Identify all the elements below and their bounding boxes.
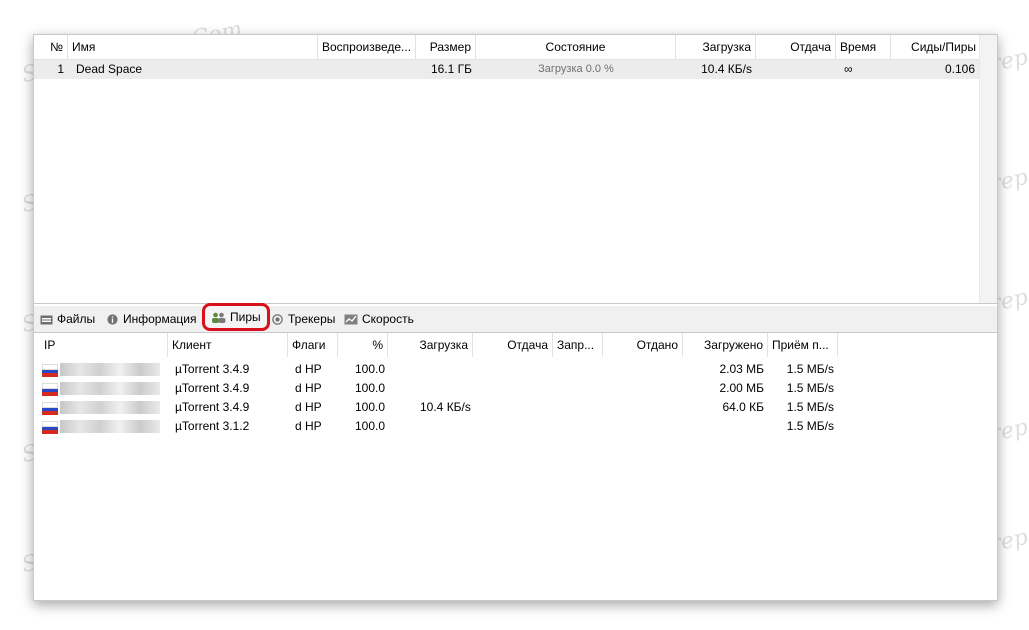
col-requests[interactable]: Запр... xyxy=(553,333,603,357)
col-ip[interactable]: IP xyxy=(40,333,168,357)
torrent-download-speed: 10.4 КБ/s xyxy=(701,62,752,76)
torrent-eta: ∞ xyxy=(844,62,853,76)
peer-download xyxy=(416,360,424,379)
tab-speed-label: Скорость xyxy=(362,312,414,326)
peer-download xyxy=(416,417,424,436)
col-flags[interactable]: Флаги xyxy=(288,333,338,357)
russia-flag-icon xyxy=(42,402,58,415)
tab-trackers[interactable]: Трекеры xyxy=(268,308,338,330)
peer-receive-rate: 1.5 МБ/s xyxy=(786,362,834,376)
peer-received: 2.03 МБ xyxy=(719,362,764,376)
tab-info[interactable]: Информация xyxy=(103,308,199,330)
peer-received: 64.0 КБ xyxy=(722,400,764,414)
col-name[interactable]: Имя xyxy=(68,35,318,59)
tab-files[interactable]: Файлы xyxy=(37,308,98,330)
torrent-playback xyxy=(318,60,416,79)
peer-receive-rate: 1.5 МБ/s xyxy=(786,419,834,433)
files-icon xyxy=(40,315,53,324)
tab-files-label: Файлы xyxy=(57,312,96,326)
torrent-row[interactable]: 1 Dead Space 16.1 ГБ Загрузка 0.0 % 10.4… xyxy=(34,60,979,79)
trackers-icon xyxy=(272,313,283,325)
peer-flags: d HP xyxy=(295,400,322,414)
col-status[interactable]: Состояние xyxy=(476,35,676,59)
peer-client: µTorrent 3.1.2 xyxy=(175,419,250,433)
peer-percent: 100.0 xyxy=(355,419,386,433)
vertical-scrollbar[interactable] xyxy=(979,35,997,303)
peer-flags: d HP xyxy=(295,362,322,376)
col-download[interactable]: Загрузка xyxy=(676,35,756,59)
peer-row[interactable]: µTorrent 3.4.9 d HP 100.0 10.4 КБ/s 64.0… xyxy=(34,398,997,417)
peer-client: µTorrent 3.4.9 xyxy=(175,381,250,395)
col-seeds-peers[interactable]: Сиды/Пиры xyxy=(891,35,981,59)
peers-list-header: IP Клиент Флаги % Загрузка Отдача Запр..… xyxy=(34,333,997,357)
tab-peers-label: Пиры xyxy=(230,310,261,324)
russia-flag-icon xyxy=(42,364,58,377)
col-time[interactable]: Время xyxy=(836,35,891,59)
tab-trackers-label: Трекеры xyxy=(288,312,336,326)
peer-row[interactable]: µTorrent 3.4.9 d HP 100.0 2.03 МБ 1.5 МБ… xyxy=(34,360,997,379)
col-size[interactable]: Размер xyxy=(416,35,476,59)
col-playback[interactable]: Воспроизведе... xyxy=(318,35,416,59)
peer-percent: 100.0 xyxy=(355,381,386,395)
peer-client: µTorrent 3.4.9 xyxy=(175,362,250,376)
peer-receive-rate: 1.5 МБ/s xyxy=(786,381,834,395)
col-percent[interactable]: % xyxy=(338,333,388,357)
peer-ip-redacted xyxy=(60,363,160,376)
peer-download xyxy=(416,379,424,398)
peer-percent: 100.0 xyxy=(355,400,386,414)
torrent-list-header: № Имя Воспроизведе... Размер Состояние З… xyxy=(34,35,997,60)
info-icon xyxy=(107,313,118,325)
torrent-number: 1 xyxy=(57,62,64,76)
col-peer-upload[interactable]: Отдача xyxy=(473,333,553,357)
torrent-upload-speed xyxy=(756,60,836,79)
peer-ip-redacted xyxy=(60,401,160,414)
peer-row[interactable]: µTorrent 3.1.2 d HP 100.0 1.5 МБ/s xyxy=(34,417,997,436)
peer-client: µTorrent 3.4.9 xyxy=(175,400,250,414)
peer-receive-rate: 1.5 МБ/s xyxy=(786,400,834,414)
speed-chart-icon xyxy=(344,314,358,324)
col-sent[interactable]: Отдано xyxy=(603,333,683,357)
peer-row[interactable]: µTorrent 3.4.9 d HP 100.0 2.00 МБ 1.5 МБ… xyxy=(34,379,997,398)
torrent-ratio: 0.106 xyxy=(944,62,975,76)
torrent-size: 16.1 ГБ xyxy=(430,62,472,76)
peer-flags: d HP xyxy=(295,419,322,433)
detail-tabs: Файлы Информация Пиры Трекеры Скорость xyxy=(34,303,997,333)
peer-percent: 100.0 xyxy=(355,362,386,376)
peer-download: 10.4 КБ/s xyxy=(420,400,471,414)
peer-flags: d HP xyxy=(295,381,322,395)
peers-icon xyxy=(212,312,226,323)
col-number[interactable]: № xyxy=(34,35,68,59)
peer-ip-redacted xyxy=(60,382,160,395)
torrent-list: № Имя Воспроизведе... Размер Состояние З… xyxy=(34,35,997,304)
col-client[interactable]: Клиент xyxy=(168,333,288,357)
tab-peers[interactable]: Пиры xyxy=(202,303,270,331)
peer-received: 2.00 МБ xyxy=(719,381,764,395)
tab-speed[interactable]: Скорость xyxy=(341,308,417,330)
col-upload[interactable]: Отдача xyxy=(756,35,836,59)
peer-received xyxy=(683,417,768,436)
russia-flag-icon xyxy=(42,421,58,434)
torrent-status: Загрузка 0.0 % xyxy=(538,63,614,75)
russia-flag-icon xyxy=(42,383,58,396)
peer-ip-redacted xyxy=(60,420,160,433)
utorrent-window: № Имя Воспроизведе... Размер Состояние З… xyxy=(33,34,998,601)
col-received[interactable]: Загружено xyxy=(683,333,768,357)
tab-info-label: Информация xyxy=(123,312,197,326)
col-receive-rate[interactable]: Приём п... xyxy=(768,333,838,357)
col-peer-download[interactable]: Загрузка xyxy=(388,333,473,357)
torrent-name: Dead Space xyxy=(76,62,143,76)
peers-list: IP Клиент Флаги % Загрузка Отдача Запр..… xyxy=(34,333,997,600)
